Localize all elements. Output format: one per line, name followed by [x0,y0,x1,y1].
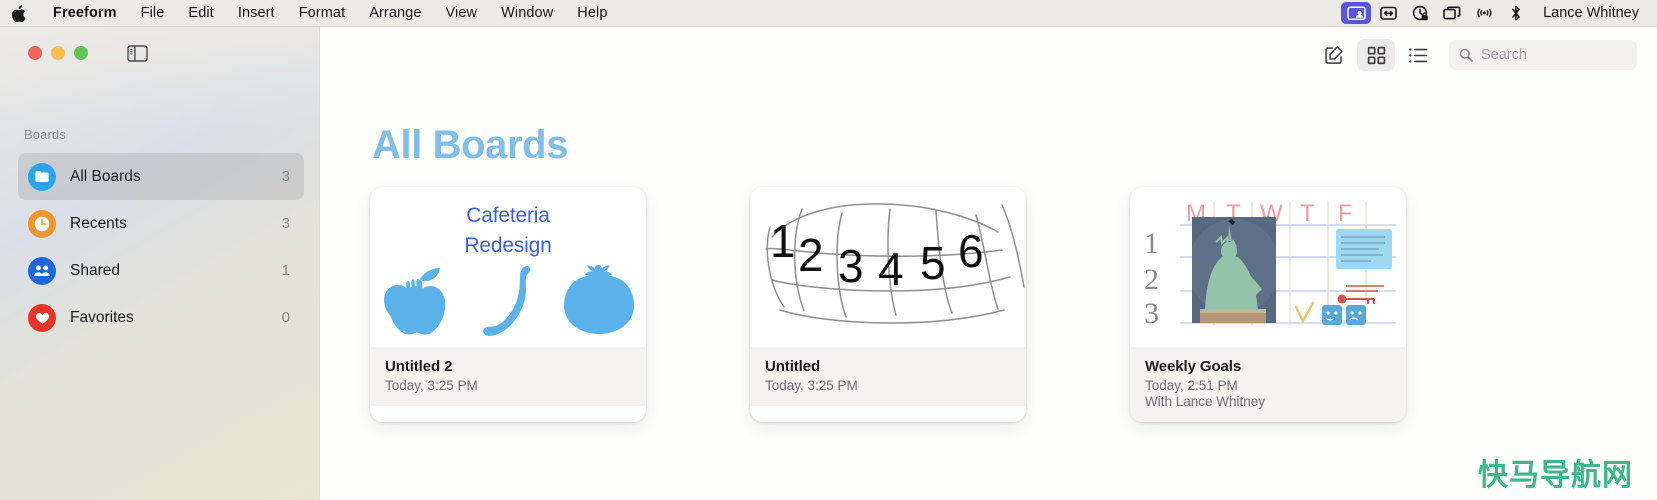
apple-logo-icon[interactable] [9,4,27,22]
sidebar-item-label: Recents [70,214,127,232]
board-card-footer: Weekly Goals Today, 2:51 PM With Lance W… [1130,347,1406,422]
row-number: 2 [1144,263,1159,296]
board-title: Untitled [765,358,821,375]
sidebar-toggle-icon[interactable] [126,44,148,62]
sidebar-item-list: All Boards 3 Recents 3 Shared 1 Favorite… [18,153,304,341]
board-timestamp: Today, 3:25 PM [765,378,858,393]
menu-bar-status-area: Lance Whitney [1341,2,1657,24]
sidebar-item-shared[interactable]: Shared 1 [18,247,304,294]
sticky-note [1336,229,1392,269]
people-icon [28,256,56,285]
statue-of-liberty-photo [1192,217,1276,323]
watermark-label: 快马导航网 [1478,458,1633,493]
new-board-button[interactable] [1315,39,1353,71]
performing-arts-sticker [1346,305,1366,325]
airplay-icon[interactable] [1469,2,1499,24]
board-thumbnail: 1 2 3 4 5 6 [750,187,1026,347]
menu-item-edit[interactable]: Edit [176,0,225,27]
search-input[interactable]: Search [1449,40,1637,70]
thumbnail-text-line: Cafeteria [466,204,550,227]
sidebar-item-all-boards[interactable]: All Boards 3 [18,153,304,200]
content-toolbar: Search [1315,27,1657,83]
menu-item-view[interactable]: View [434,0,490,27]
thumbnail-text-line: Redesign [464,234,552,258]
board-card-footer: Untitled Today, 3:25 PM [750,347,1026,406]
board-thumbnail: Cafeteria Redesign [370,187,646,347]
thumbnail-number: 3 [838,240,864,292]
board-grid: Cafeteria Redesign Untitled 2 Today, 3:2… [370,187,1406,422]
freeform-window: Boards All Boards 3 Recents 3 Shared 1 F… [0,27,1657,500]
performing-arts-sticker [1322,305,1342,325]
day-label: F [1338,200,1353,227]
window-controls-row [0,27,319,79]
thumbnail-number: 1 [770,215,796,267]
menu-item-help[interactable]: Help [565,0,619,27]
thumbnail-number: 6 [958,225,984,277]
sidebar-item-recents[interactable]: Recents 3 [18,200,304,247]
page-title: All Boards [372,123,569,167]
search-placeholder: Search [1481,47,1527,63]
boards-icon [28,162,56,191]
board-shared-with: With Lance Whitney [1145,394,1266,409]
row-number: 3 [1144,297,1159,330]
bluetooth-icon[interactable] [1501,2,1531,24]
thumbnail-number: 2 [798,229,824,281]
sidebar-item-count: 3 [281,168,290,185]
menu-item-format[interactable]: Format [287,0,358,27]
menu-item-arrange[interactable]: Arrange [357,0,433,27]
check-mark [1294,301,1315,324]
sidebar-section-header: Boards [24,127,66,142]
grid-view-button[interactable] [1357,39,1395,71]
day-label: T [1300,200,1315,227]
menu-item-freeform[interactable]: Freeform [41,0,129,27]
minimize-button[interactable] [51,46,65,60]
sidebar-item-favorites[interactable]: Favorites 0 [18,294,304,341]
board-timestamp: Today, 3:25 PM [385,378,478,393]
tomato-shape-icon [562,265,636,342]
focus-lock-icon[interactable] [1405,2,1435,24]
search-icon [1459,48,1473,62]
display-mirror-icon[interactable] [1437,2,1467,24]
screen-sharing-icon[interactable] [1341,2,1372,24]
banana-shape-icon [482,265,540,342]
sidebar-item-count: 3 [281,215,290,232]
board-timestamp: Today, 2:51 PM [1145,378,1238,393]
account-name-label[interactable]: Lance Whitney [1533,5,1647,21]
board-title: Untitled 2 [385,358,453,375]
stage-manager-icon[interactable] [1373,2,1403,24]
clock-icon [28,209,56,238]
board-card[interactable]: M T W T F 1 2 3 Weekly Goals Today, 2:51… [1130,187,1406,422]
board-card[interactable]: 1 2 3 4 5 6 Untitled Today, 3:25 PM [750,187,1026,422]
close-button[interactable] [28,46,42,60]
menu-item-list: Freeform File Edit Insert Format Arrange… [41,0,620,27]
sidebar-item-label: Favorites [70,308,134,326]
thumbnail-number: 5 [920,237,946,289]
sidebar-item-label: Shared [70,261,120,279]
numbers-scribble-thumbnail: 1 2 3 4 5 6 [765,203,1025,324]
content-area: Search All Boards Cafeteria Redesign Unt… [320,27,1657,500]
menu-item-window[interactable]: Window [489,0,565,27]
thumbnail-number: 4 [878,243,904,295]
board-card[interactable]: Cafeteria Redesign Untitled 2 Today, 3:2… [370,187,646,422]
sidebar: Boards All Boards 3 Recents 3 Shared 1 F… [0,27,320,500]
menu-bar: Freeform File Edit Insert Format Arrange… [0,0,1657,27]
menu-item-file[interactable]: File [129,0,177,27]
board-thumbnail: M T W T F 1 2 3 [1130,187,1406,347]
heart-icon [28,303,56,332]
sidebar-item-count: 1 [281,262,290,279]
row-number: 1 [1144,227,1159,260]
board-card-footer: Untitled 2 Today, 3:25 PM [370,347,646,406]
sidebar-item-count: 0 [281,309,290,326]
menu-item-insert[interactable]: Insert [226,0,287,27]
thumbnail-text: Cafeteria Redesign [370,201,646,262]
maximize-button[interactable] [74,46,88,60]
board-title: Weekly Goals [1145,358,1242,375]
apple-shape-icon [382,265,458,342]
key-icon [1337,285,1384,304]
sidebar-item-label: All Boards [70,167,141,185]
list-view-button[interactable] [1399,39,1437,71]
